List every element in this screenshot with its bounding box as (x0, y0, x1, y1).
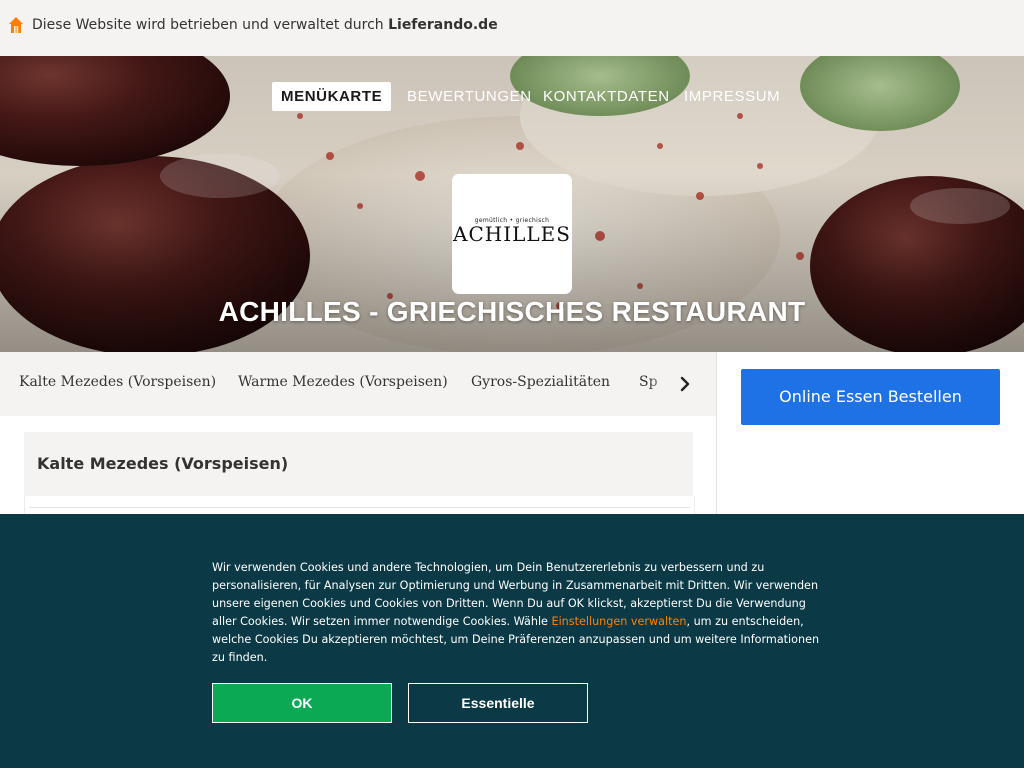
category-kalte-mezedes[interactable]: Kalte Mezedes (Vorspeisen) (19, 374, 216, 390)
nav-impressum[interactable]: IMPRESSUM (675, 82, 789, 111)
column-divider (716, 352, 717, 522)
order-online-button[interactable]: Online Essen Bestellen (741, 369, 1000, 425)
cookie-essential-button[interactable]: Essentielle (408, 683, 588, 723)
nav-menukarte[interactable]: MENÜKARTE (272, 82, 392, 111)
operator-notice-bar: Diese Website wird betrieben und verwalt… (0, 0, 1024, 56)
category-gyros[interactable]: Gyros-Spezialitäten (471, 374, 610, 390)
operator-notice-text: Diese Website wird betrieben und verwalt… (32, 17, 389, 33)
nav-kontaktdaten[interactable]: KONTAKTDATEN (534, 82, 679, 111)
cookie-text: Wir verwenden Cookies und andere Technol… (212, 559, 822, 667)
hero-banner: MENÜKARTE BEWERTUNGEN KONTAKTDATEN IMPRE… (0, 56, 1024, 352)
nav-bewertungen[interactable]: BEWERTUNGEN (398, 82, 541, 111)
category-warme-mezedes[interactable]: Warme Mezedes (Vorspeisen) (238, 374, 448, 390)
house-icon (9, 17, 23, 33)
cookie-banner: Wir verwenden Cookies und andere Technol… (0, 514, 1024, 768)
section-title: Kalte Mezedes (Vorspeisen) (37, 454, 289, 473)
logo-name: ACHILLES (453, 222, 571, 246)
section-divider (29, 507, 690, 508)
cookie-ok-button[interactable]: OK (212, 683, 392, 723)
category-fade (648, 352, 674, 416)
manage-settings-link[interactable]: Einstellungen verwalten (552, 615, 687, 628)
operator-notice: Diese Website wird betrieben und verwalt… (32, 17, 498, 33)
lieferando-link[interactable]: Lieferando.de (388, 17, 498, 33)
chevron-right-icon[interactable] (674, 372, 696, 396)
menu-section-header: Kalte Mezedes (Vorspeisen) (24, 432, 693, 496)
restaurant-title: ACHILLES - GRIECHISCHES RESTAURANT (218, 296, 806, 327)
main-nav: MENÜKARTE BEWERTUNGEN KONTAKTDATEN IMPRE… (0, 82, 1024, 112)
category-bar: Kalte Mezedes (Vorspeisen) Warme Mezedes… (0, 352, 716, 416)
restaurant-logo: gemütlich • griechisch ACHILLES (452, 174, 572, 294)
